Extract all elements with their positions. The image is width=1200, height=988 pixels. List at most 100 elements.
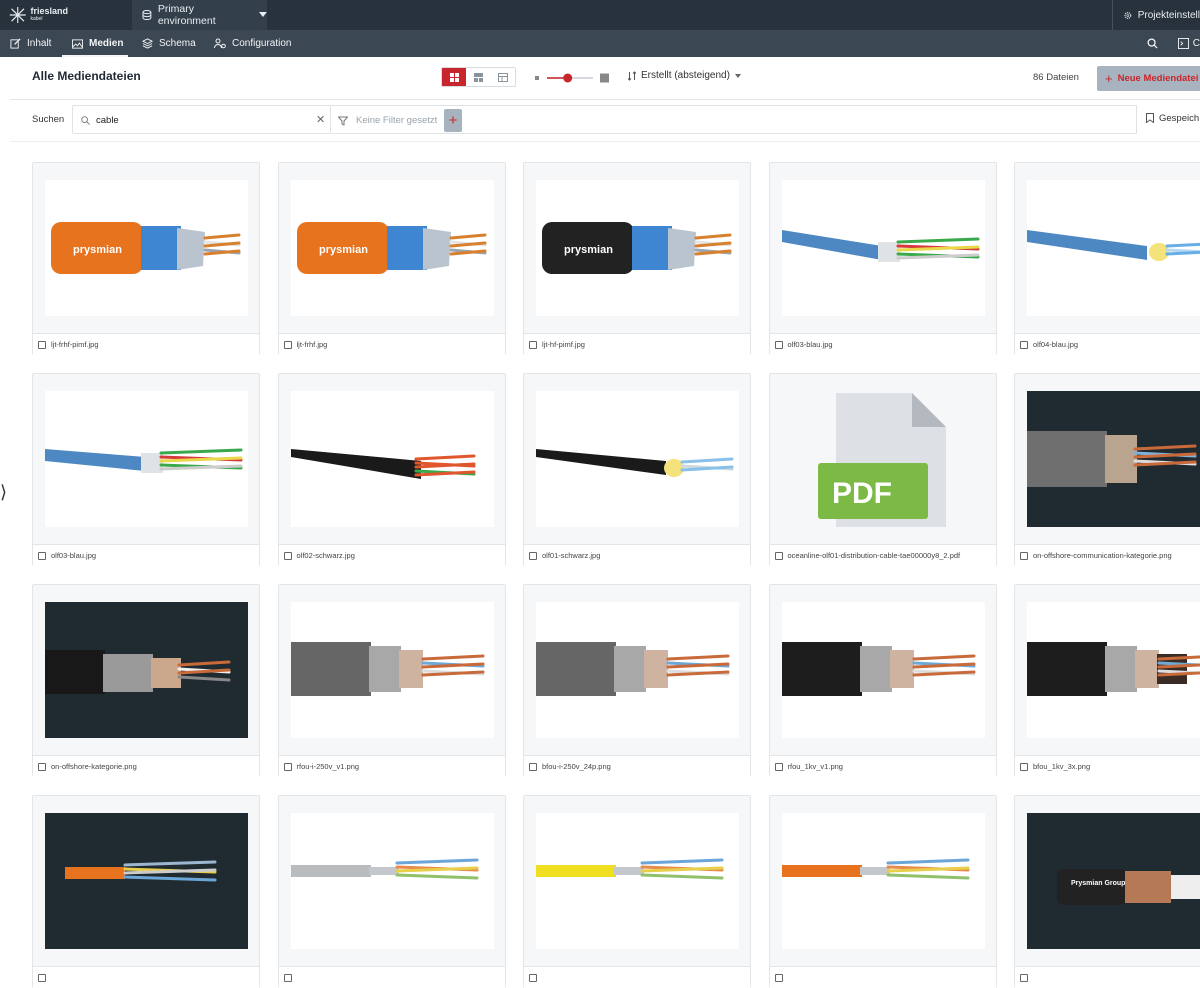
svg-text:PDF: PDF (832, 477, 892, 510)
main-nav: Inhalt Medien Schema Configuration C (0, 30, 1200, 57)
media-card[interactable] (32, 795, 260, 988)
media-caption (524, 966, 750, 988)
select-checkbox[interactable] (38, 762, 46, 771)
media-thumbnail (1027, 180, 1200, 316)
select-checkbox[interactable] (38, 340, 46, 349)
media-thumbnail: Prysmian Group (1027, 813, 1200, 949)
search-icon[interactable] (1147, 38, 1158, 49)
select-checkbox[interactable] (283, 551, 292, 560)
media-card[interactable]: on-offshore-communication-kategorie.png (1014, 373, 1200, 566)
environment-selector[interactable]: Primary environment (132, 0, 268, 30)
table-view-button[interactable] (491, 68, 515, 86)
media-caption: oceanline-olf01-distribution-cable-tae00… (769, 544, 996, 566)
select-checkbox[interactable] (1020, 973, 1028, 982)
select-checkbox[interactable] (283, 973, 292, 982)
select-checkbox[interactable] (38, 551, 46, 560)
grid-view-button[interactable] (442, 68, 467, 86)
svg-text:prysmian: prysmian (319, 244, 368, 256)
nav-item-schema[interactable]: Schema (142, 30, 196, 57)
file-name: bfou_1kv_3x.png (1033, 762, 1091, 771)
page-title: Alle Mediendateien (32, 69, 141, 83)
select-checkbox[interactable] (283, 762, 292, 771)
media-caption (278, 966, 505, 988)
thumbnail-size-slider[interactable] (535, 71, 609, 83)
media-card[interactable]: prysmian ljt-frhf.jpg (277, 162, 506, 355)
media-card[interactable]: rfou_1kv_v1.png (768, 584, 997, 777)
star-logo-icon (9, 7, 26, 23)
media-card[interactable]: Prysmian Group (1014, 795, 1200, 988)
sort-dropdown[interactable]: Erstellt (absteigend) (627, 70, 742, 81)
media-card[interactable] (523, 795, 751, 988)
file-name: ljt-hf-pimf.jpg (542, 340, 585, 349)
media-caption: olf04-blau.jpg (1015, 333, 1200, 355)
nav-item-medien[interactable]: Medien (72, 30, 123, 57)
search-input[interactable]: cable ✕ (72, 105, 331, 134)
media-thumbnail (781, 180, 985, 316)
media-caption: olf03-blau.jpg (33, 544, 259, 566)
select-checkbox[interactable] (774, 551, 783, 560)
slider-handle[interactable] (563, 73, 573, 83)
media-card[interactable]: rfou-i-250v_v1.png (277, 584, 506, 777)
media-card[interactable]: bfou-i-250v_24p.png (523, 584, 751, 777)
file-name: bfou-i-250v_24p.png (542, 762, 611, 771)
select-checkbox[interactable] (1020, 340, 1028, 349)
media-card[interactable]: olf04-blau.jpg (1014, 162, 1200, 355)
media-caption: on-offshore-communication-kategorie.png (1015, 544, 1200, 566)
media-thumbnail (1027, 391, 1200, 527)
media-card[interactable]: prysmian ljt-hf-pimf.jpg (523, 162, 751, 355)
nav-item-inhalt[interactable]: Inhalt (10, 30, 51, 57)
chevron-down-icon (259, 12, 268, 17)
nav-label-medien: Medien (89, 38, 124, 49)
filter-placeholder: Keine Filter gesetzt (356, 115, 438, 126)
clear-search-icon[interactable]: ✕ (316, 113, 325, 126)
plus-icon: + (1105, 71, 1113, 86)
gear-icon (1124, 11, 1132, 19)
select-checkbox[interactable] (774, 340, 783, 349)
media-thumbnail: prysmian (536, 180, 739, 316)
file-name: olf02-schwarz.jpg (296, 551, 355, 560)
add-filter-button[interactable]: + (444, 109, 462, 132)
media-card[interactable]: olf02-schwarz.jpg (277, 373, 506, 566)
console-button[interactable]: C (1177, 38, 1200, 49)
project-settings-button[interactable]: Projekteinstell (1112, 0, 1200, 30)
media-thumbnail (45, 813, 248, 949)
sort-icon (627, 70, 637, 81)
media-card[interactable]: olf03-blau.jpg (768, 162, 997, 355)
company-logo[interactable]: friesland kabel (8, 4, 68, 26)
media-caption: on-offshore-kategorie.png (33, 755, 259, 777)
file-name: olf03-blau.jpg (51, 551, 97, 560)
file-name: on-offshore-communication-kategorie.png (1033, 551, 1172, 560)
media-thumbnail (290, 813, 494, 949)
select-checkbox[interactable] (529, 551, 537, 560)
tile-view-button[interactable] (466, 68, 490, 86)
media-caption: rfou-i-250v_v1.png (278, 755, 505, 777)
media-card[interactable]: PDF oceanline-olf01-distribution-cable-ta… (768, 373, 997, 566)
expand-sidebar-chevron-icon[interactable]: ⟩ (0, 482, 7, 503)
saved-searches-button[interactable]: Gespeich (1146, 113, 1199, 124)
media-thumbnail (781, 813, 985, 949)
new-media-button[interactable]: + Neue Mediendatei l (1097, 66, 1200, 91)
media-card[interactable] (277, 795, 506, 988)
select-checkbox[interactable] (529, 340, 537, 349)
select-checkbox[interactable] (774, 762, 783, 771)
media-card[interactable]: bfou_1kv_3x.png (1014, 584, 1200, 777)
media-card[interactable]: on-offshore-kategorie.png (32, 584, 260, 777)
select-checkbox[interactable] (1020, 551, 1028, 560)
filter-bar[interactable]: Keine Filter gesetzt + (331, 105, 1137, 134)
media-card[interactable]: prysmian ljt-frhf-pimf.jpg (32, 162, 260, 355)
select-checkbox[interactable] (283, 340, 292, 349)
select-checkbox[interactable] (529, 762, 537, 771)
media-caption: olf02-schwarz.jpg (278, 544, 505, 566)
nav-item-configuration[interactable]: Configuration (214, 30, 291, 57)
media-caption: olf01-schwarz.jpg (524, 544, 750, 566)
small-size-icon (535, 76, 539, 80)
terminal-icon (1177, 38, 1189, 49)
select-checkbox[interactable] (774, 973, 783, 982)
media-thumbnail: prysmian (290, 180, 494, 316)
select-checkbox[interactable] (1020, 762, 1028, 771)
media-card[interactable] (768, 795, 997, 988)
media-card[interactable]: olf01-schwarz.jpg (523, 373, 751, 566)
select-checkbox[interactable] (529, 973, 537, 982)
media-card[interactable]: olf03-blau.jpg (32, 373, 260, 566)
select-checkbox[interactable] (38, 973, 46, 982)
